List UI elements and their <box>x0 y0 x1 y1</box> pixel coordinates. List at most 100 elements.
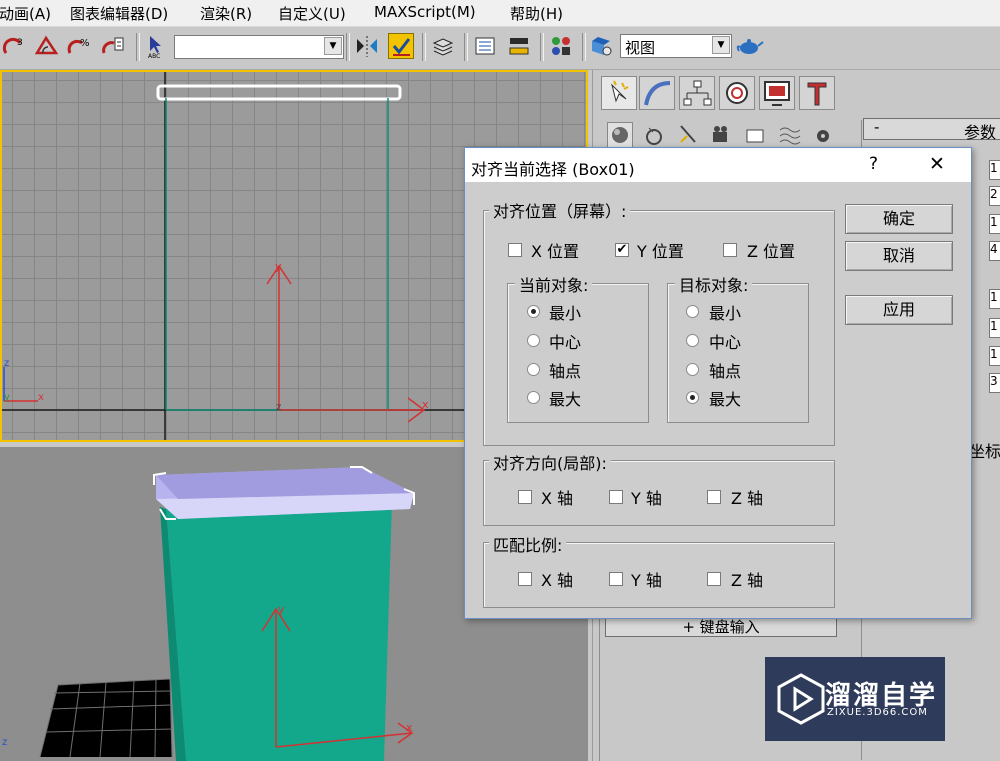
spinner-field[interactable]: 1 <box>989 318 1000 338</box>
coord-label: 坐标 <box>969 442 1000 461</box>
tab-hierarchy[interactable] <box>679 76 715 110</box>
x-position-checkbox[interactable] <box>508 243 522 257</box>
spinner-snap-icon[interactable] <box>100 33 126 59</box>
keyboard-entry-rollout[interactable]: + 键盘输入 <box>605 617 837 637</box>
tab-utilities[interactable] <box>799 76 835 110</box>
spinner-field[interactable]: 1 <box>989 289 1000 309</box>
target-center-label: 中心 <box>709 333 742 352</box>
parameters-rollout-header[interactable]: - 参数 <box>863 118 1000 142</box>
ok-button[interactable]: 确定 <box>845 204 953 234</box>
spinner-field[interactable]: 1 <box>989 160 1000 180</box>
spinner-field[interactable]: 3 <box>989 373 1000 393</box>
orient-y-checkbox[interactable] <box>609 490 623 504</box>
schematic-view-icon[interactable] <box>506 33 532 59</box>
mirror-icon[interactable] <box>354 33 380 59</box>
scale-z-checkbox[interactable] <box>707 572 721 586</box>
current-max-radio[interactable] <box>527 391 540 404</box>
persp-gizmo-x-label: x <box>406 721 413 734</box>
svg-text:z: z <box>276 402 281 413</box>
named-selection-icon[interactable]: ABC <box>144 33 170 60</box>
x-position-label: X 位置 <box>531 242 580 261</box>
current-center-radio[interactable] <box>527 334 540 347</box>
apply-button[interactable]: 应用 <box>845 295 953 325</box>
target-min-radio[interactable] <box>686 305 699 318</box>
tripod-x-label: x <box>38 392 44 403</box>
align-icon[interactable] <box>388 33 414 59</box>
y-position-checkbox[interactable]: ✔ <box>615 243 629 257</box>
scale-x-checkbox[interactable] <box>518 572 532 586</box>
svg-text:ABC: ABC <box>148 53 160 59</box>
watermark-logo: 溜溜自学 ZIXUE.3D66.COM <box>765 657 945 741</box>
current-pivot-label: 轴点 <box>549 362 582 381</box>
orient-x-label: X 轴 <box>541 489 574 508</box>
target-center-radio[interactable] <box>686 334 699 347</box>
chevron-down-icon: ▼ <box>712 36 730 54</box>
track-view-icon[interactable] <box>472 33 498 59</box>
help-button[interactable]: ? <box>869 154 878 174</box>
orient-z-label: Z 轴 <box>731 489 764 508</box>
y-position-label: Y 位置 <box>637 242 684 261</box>
percent-snap-icon[interactable]: % <box>66 33 92 59</box>
current-min-radio[interactable] <box>527 305 540 318</box>
main-toolbar: 3 % ABC ▼ 视图 ▼ <box>0 27 1000 70</box>
tab-create[interactable] <box>601 76 637 110</box>
transform-gizmo-icon[interactable]: z <box>262 258 442 438</box>
current-pivot-radio[interactable] <box>527 363 540 376</box>
scale-y-label: Y 轴 <box>631 571 662 590</box>
align-position-label: 对齐位置（屏幕）: <box>489 198 631 222</box>
close-button[interactable]: ✕ <box>929 153 945 175</box>
spinner-field[interactable]: 2 <box>989 186 1000 206</box>
spinner-field[interactable]: 1 <box>989 214 1000 234</box>
dialog-titlebar[interactable]: 对齐当前选择 (Box01) ? ✕ <box>465 148 971 182</box>
cancel-button[interactable]: 取消 <box>845 241 953 271</box>
spinner-field[interactable]: 1 <box>989 346 1000 366</box>
material-editor-icon[interactable] <box>548 33 574 59</box>
match-scale-label: 匹配比例: <box>489 532 567 556</box>
align-orientation-label: 对齐方向(局部): <box>489 450 611 474</box>
tripod-z-label: z <box>4 358 10 369</box>
target-pivot-radio[interactable] <box>686 363 699 376</box>
tab-motion[interactable] <box>719 76 755 110</box>
viewport-render-dropdown[interactable]: 视图 ▼ <box>620 34 732 58</box>
current-max-label: 最大 <box>549 390 582 409</box>
gizmo-y-label: y <box>275 260 282 273</box>
persp-gizmo-y-label: y <box>278 603 285 616</box>
angle-snap-toggle-icon[interactable] <box>34 33 60 59</box>
menu-customize[interactable]: 自定义(U) <box>278 3 346 24</box>
rollout-title: 参数 <box>964 123 997 142</box>
target-max-radio[interactable] <box>686 391 699 404</box>
angle-snap-icon[interactable]: 3 <box>2 33 28 59</box>
menu-graph-editors[interactable]: 图表编辑器(D) <box>70 3 168 24</box>
spinner-field[interactable]: 4 <box>989 241 1000 261</box>
current-center-label: 中心 <box>549 333 582 352</box>
play-logo-icon <box>777 673 825 725</box>
render-teapot-icon[interactable] <box>736 33 764 59</box>
orient-z-checkbox[interactable] <box>707 490 721 504</box>
menu-rendering[interactable]: 渲染(R) <box>200 3 252 24</box>
target-object-label: 目标对象: <box>675 272 753 296</box>
rollout-collapse-icon: - <box>874 118 880 136</box>
tripod-y-label: y <box>4 392 10 403</box>
chevron-down-icon: ▼ <box>324 37 342 55</box>
current-min-label: 最小 <box>549 304 582 323</box>
orient-x-checkbox[interactable] <box>518 490 532 504</box>
layer-manager-icon[interactable] <box>430 33 456 59</box>
menu-animation[interactable]: 动画(A) <box>0 3 51 24</box>
scale-y-checkbox[interactable] <box>609 572 623 586</box>
tab-display[interactable] <box>759 76 795 110</box>
scale-x-label: X 轴 <box>541 571 574 590</box>
svg-text:%: % <box>80 38 90 49</box>
dialog-title: 对齐当前选择 (Box01) <box>471 160 635 179</box>
target-pivot-label: 轴点 <box>709 362 742 381</box>
z-position-checkbox[interactable] <box>723 243 737 257</box>
tab-modify[interactable] <box>639 76 675 110</box>
geometry-icon[interactable] <box>607 122 633 148</box>
menu-help[interactable]: 帮助(H) <box>510 3 563 24</box>
menu-maxscript[interactable]: MAXScript(M) <box>374 3 476 21</box>
persp-tripod-z-label: z <box>2 737 8 748</box>
named-selection-set-dropdown[interactable]: ▼ <box>174 35 344 59</box>
target-max-label: 最大 <box>709 390 742 409</box>
orient-y-label: Y 轴 <box>631 489 662 508</box>
render-setup-icon[interactable] <box>588 33 614 59</box>
watermark-url: ZIXUE.3D66.COM <box>827 707 928 718</box>
